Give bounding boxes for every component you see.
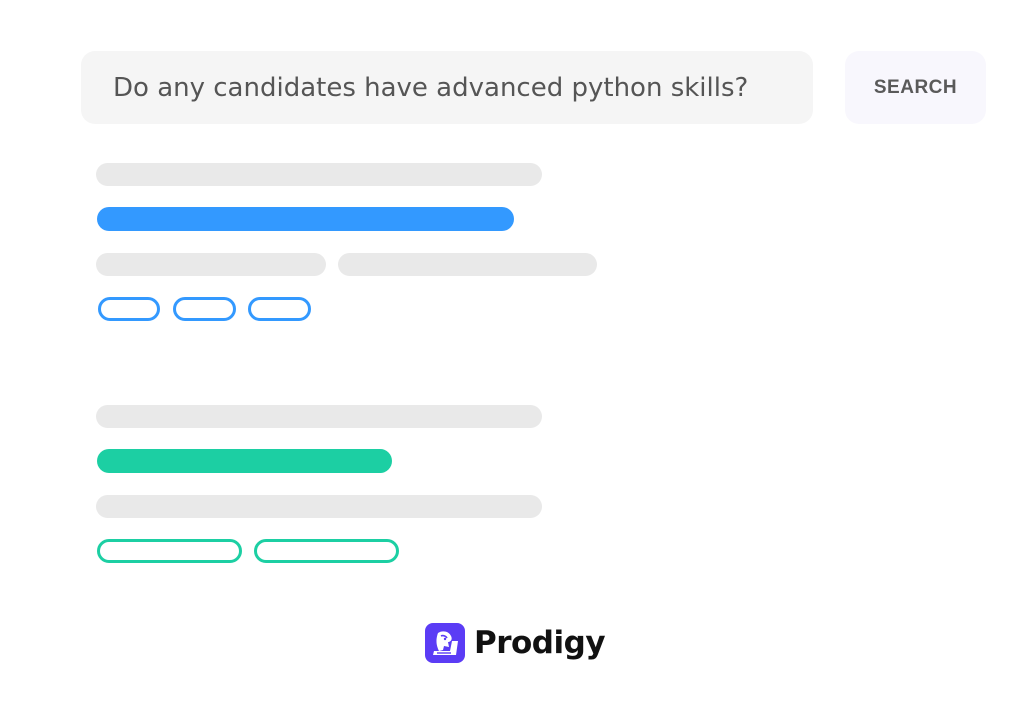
placeholder-line	[338, 253, 597, 276]
result-title-bar[interactable]	[97, 449, 392, 473]
placeholder-line	[96, 163, 542, 186]
brand-logo: Prodigy	[425, 622, 606, 664]
search-input[interactable]: Do any candidates have advanced python s…	[81, 51, 813, 124]
search-button[interactable]: SEARCH	[845, 51, 986, 124]
tag-pill[interactable]	[173, 297, 236, 321]
placeholder-line	[96, 405, 542, 428]
tag-pill[interactable]	[248, 297, 311, 321]
result-title-bar[interactable]	[97, 207, 514, 231]
search-query-text: Do any candidates have advanced python s…	[113, 72, 749, 103]
prodigy-logo-icon	[425, 623, 465, 663]
tag-pill[interactable]	[97, 539, 242, 563]
tag-pill[interactable]	[254, 539, 399, 563]
tag-pill[interactable]	[98, 297, 160, 321]
placeholder-line	[96, 253, 326, 276]
placeholder-line	[96, 495, 542, 518]
brand-name: Prodigy	[474, 625, 606, 661]
